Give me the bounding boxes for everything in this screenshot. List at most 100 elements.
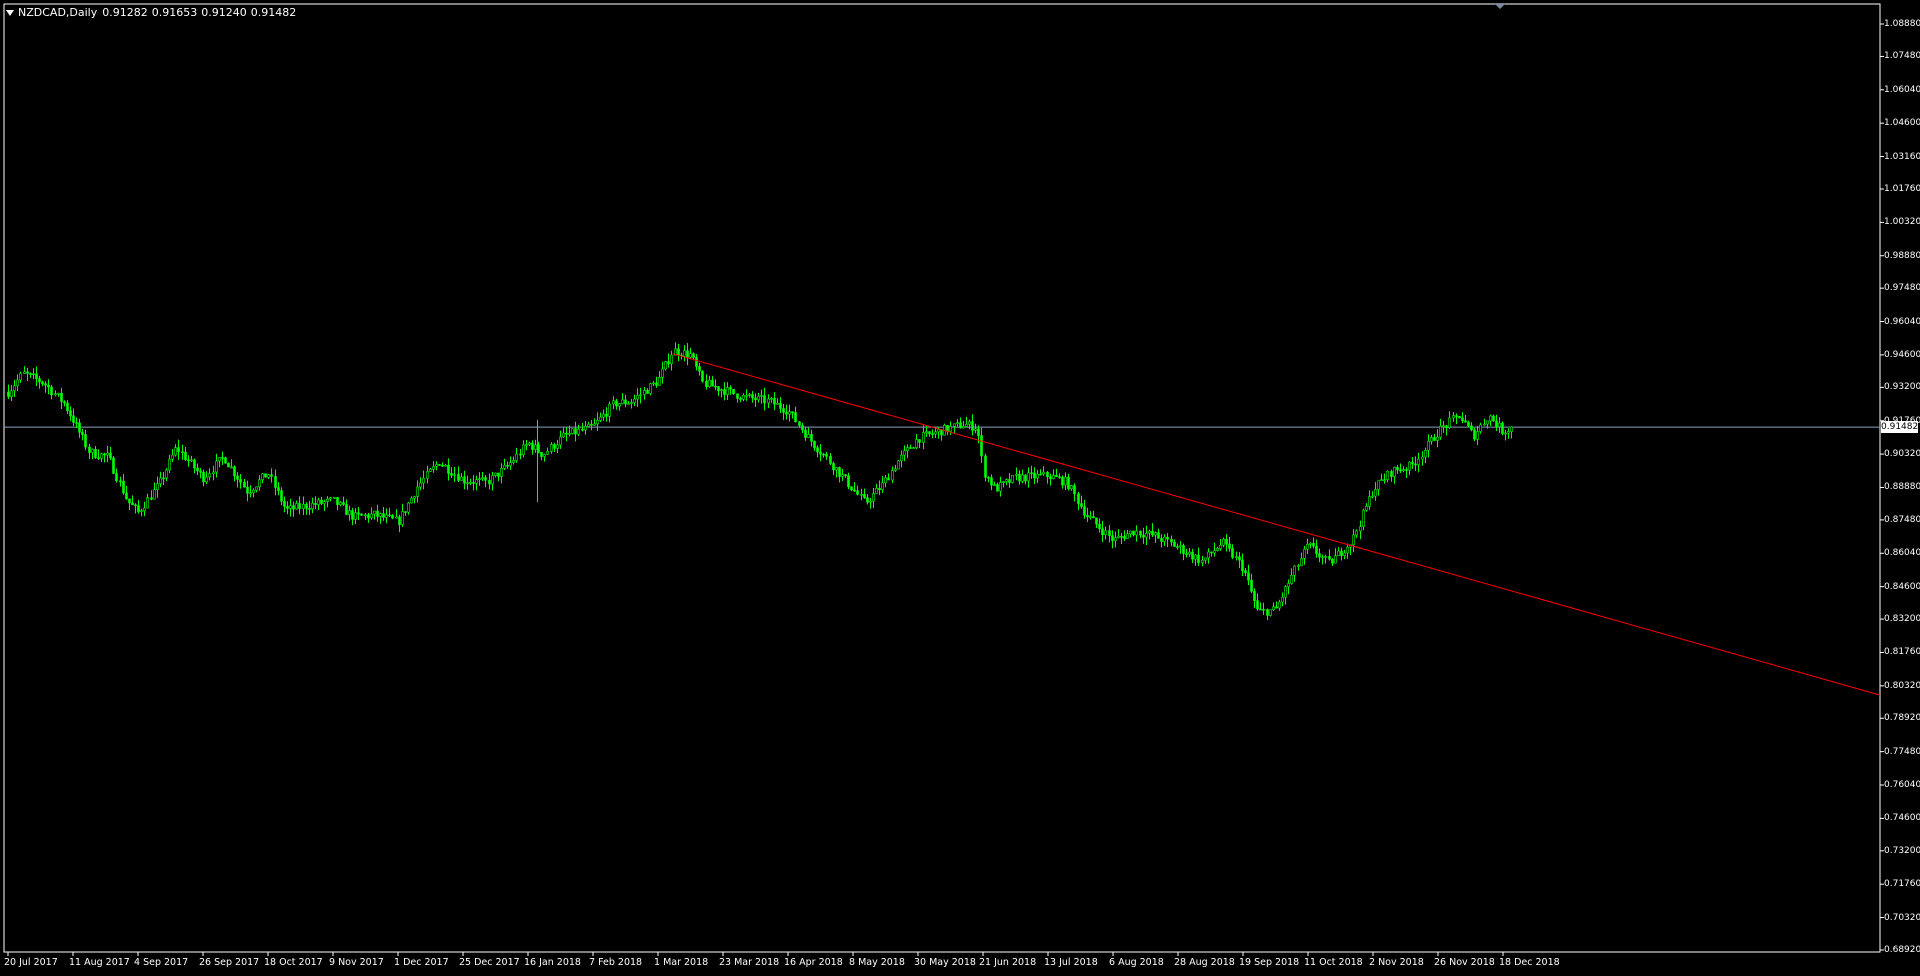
candle-body [391, 515, 394, 519]
candle-body [1287, 583, 1290, 587]
candle-body [649, 383, 652, 394]
candle-body [1052, 474, 1055, 479]
candle-body [72, 415, 75, 423]
candle-body [410, 497, 413, 504]
candle-body [1343, 552, 1346, 556]
candle-body [1173, 541, 1176, 547]
candle-body [655, 382, 658, 386]
candle-body [364, 514, 367, 517]
price-chart[interactable] [0, 0, 1920, 976]
candle-body [1182, 545, 1185, 554]
candle-body [385, 514, 388, 518]
candle-body [1188, 551, 1191, 555]
candle-body [841, 474, 844, 477]
y-tick-label: 0.94600 [1884, 349, 1920, 360]
candle-body [342, 502, 345, 505]
candle-body [1498, 422, 1501, 428]
candle-body [1191, 551, 1194, 560]
candle-body [199, 470, 202, 473]
candle-body [435, 464, 438, 467]
candle-body [50, 386, 53, 396]
candle-body [1290, 574, 1293, 584]
candle-body [894, 468, 897, 471]
candle-body [367, 514, 370, 519]
candle-body [401, 511, 404, 525]
candle-body [670, 354, 673, 364]
candle-body [66, 402, 69, 411]
candle-body [488, 479, 491, 485]
candle-body [915, 439, 918, 448]
candle-body [1185, 553, 1188, 555]
candle-body [553, 444, 556, 449]
candle-body [360, 513, 363, 516]
y-tick-label: 0.97480 [1884, 283, 1920, 294]
candle-body [773, 398, 776, 405]
candle-body [1241, 559, 1244, 571]
candle-body [1504, 432, 1507, 435]
candle-body [785, 412, 788, 415]
candle-body [1399, 469, 1402, 472]
candle-body [283, 500, 286, 507]
y-tick-label: 0.98880 [1884, 250, 1920, 261]
candle-body [416, 486, 419, 497]
candle-body [918, 439, 921, 443]
x-tick-label: 23 Mar 2018 [719, 957, 780, 968]
candle-body [1092, 516, 1095, 519]
candle-body [959, 422, 962, 429]
chart-shift-marker-icon[interactable] [1495, 4, 1505, 9]
candle-body [1201, 559, 1204, 563]
candle-body [1089, 516, 1092, 518]
candle-body [388, 514, 391, 517]
candle-body [10, 390, 13, 397]
x-axis-ticks [7, 952, 1504, 956]
candle-body [311, 503, 314, 510]
candle-body [1362, 509, 1365, 527]
candle-body [819, 451, 822, 455]
candle-body [500, 467, 503, 477]
candle-body [1108, 530, 1111, 537]
candle-body [190, 459, 193, 462]
candle-body [1324, 556, 1327, 558]
candle-body [450, 473, 453, 476]
candle-body [813, 441, 816, 448]
candle-body [295, 503, 298, 510]
candle-body [1145, 533, 1148, 538]
candle-body [494, 472, 497, 476]
candle-body [181, 451, 184, 454]
candle-body [1216, 548, 1219, 551]
candle-body [1359, 526, 1362, 532]
candle-body [1126, 533, 1129, 539]
candle-body [109, 452, 112, 459]
y-tick-label: 0.90320 [1884, 449, 1920, 460]
candle-body [720, 389, 723, 391]
candle-body [835, 467, 838, 471]
candle-body [1439, 425, 1442, 438]
chart-menu-triangle-icon[interactable] [6, 10, 14, 16]
candle-body [646, 390, 649, 394]
candle-body [729, 387, 732, 390]
candle-body [466, 482, 469, 485]
candle-body [568, 433, 571, 435]
candle-body [658, 376, 661, 386]
candle-body [1008, 479, 1011, 483]
x-tick-label: 11 Oct 2018 [1304, 957, 1363, 968]
candle-body [1331, 558, 1334, 564]
candle-body [267, 474, 270, 478]
x-tick-label: 26 Nov 2018 [1434, 957, 1495, 968]
y-tick-label: 0.74600 [1884, 813, 1920, 824]
candle-body [664, 361, 667, 370]
trendline[interactable] [672, 353, 1881, 696]
candle-body [1309, 542, 1312, 545]
candle-body [1170, 538, 1173, 543]
candle-body [949, 426, 952, 432]
chart-window[interactable]: NZDCAD,Daily 0.91282 0.91653 0.91240 0.9148… [0, 0, 1920, 976]
candle-body [122, 480, 125, 494]
candle-body [825, 453, 828, 457]
candle-body [44, 383, 47, 386]
y-tick-label: 0.86040 [1884, 548, 1920, 559]
candle-body [723, 389, 726, 395]
candle-body [1442, 425, 1445, 428]
candle-body [193, 459, 196, 469]
candle-body [357, 512, 360, 515]
candle-body [661, 368, 664, 378]
